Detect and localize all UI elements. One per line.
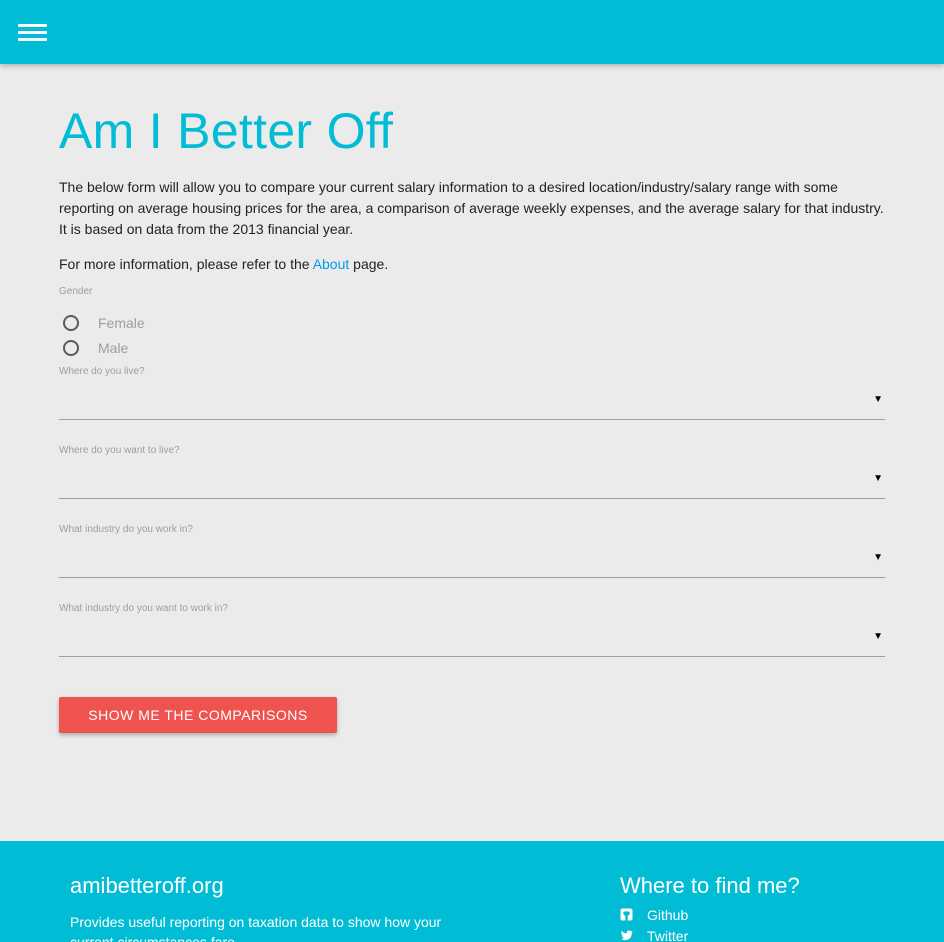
twitter-link-label: Twitter	[647, 928, 689, 942]
more-info-paragraph: For more information, please refer to th…	[59, 254, 885, 275]
current-location-group: Where do you live? ▼	[59, 366, 885, 422]
github-link-label: Github	[647, 907, 689, 923]
gender-label: Gender	[59, 286, 93, 297]
twitter-icon	[620, 929, 634, 942]
current-location-label: Where do you live?	[59, 366, 145, 377]
intro-paragraph: The below form will allow you to compare…	[59, 179, 884, 237]
hamburger-menu-icon[interactable]	[18, 21, 48, 43]
show-comparisons-button[interactable]: Show me the comparisons	[59, 697, 337, 733]
gender-radio-male[interactable]: Male	[59, 338, 128, 358]
current-industry-group: What industry do you work in? ▼	[59, 524, 885, 580]
desired-location-label: Where do you want to live?	[59, 445, 180, 456]
radio-circle-icon[interactable]	[63, 315, 79, 331]
top-app-bar	[0, 0, 944, 64]
desired-location-select[interactable]: ▼	[59, 463, 885, 499]
desired-location-group: Where do you want to live? ▼	[59, 445, 885, 501]
desired-industry-group: What industry do you want to work in? ▼	[59, 603, 885, 659]
footer-description: Provides useful reporting on taxation da…	[70, 914, 442, 942]
desired-industry-select[interactable]: ▼	[59, 621, 885, 657]
radio-label-female: Female	[98, 315, 145, 331]
dropdown-arrow-icon[interactable]: ▼	[873, 394, 883, 405]
twitter-link[interactable]: Twitter	[620, 928, 688, 942]
more-info-suffix: page.	[349, 256, 389, 272]
footer-brand: amibetteroff.org	[70, 873, 224, 898]
dropdown-arrow-icon[interactable]: ▼	[873, 473, 883, 484]
dropdown-arrow-icon[interactable]: ▼	[873, 631, 883, 642]
dropdown-arrow-icon[interactable]: ▼	[873, 552, 883, 563]
github-link[interactable]: Github	[620, 907, 688, 923]
radio-label-male: Male	[98, 340, 129, 356]
footer-find-title: Where to find me?	[620, 873, 800, 898]
current-location-select[interactable]: ▼	[59, 384, 885, 420]
current-industry-select[interactable]: ▼	[59, 542, 885, 578]
page-title: Am I Better Off	[59, 103, 394, 159]
about-link[interactable]: About	[313, 256, 350, 272]
gender-radio-female[interactable]: Female	[59, 313, 145, 333]
footer: amibetteroff.org Provides useful reporti…	[0, 841, 944, 942]
current-industry-label: What industry do you work in?	[59, 524, 193, 535]
github-icon	[620, 908, 634, 922]
radio-circle-icon[interactable]	[63, 340, 79, 356]
more-info-prefix: For more information, please refer to th…	[59, 256, 313, 272]
desired-industry-label: What industry do you want to work in?	[59, 603, 228, 614]
